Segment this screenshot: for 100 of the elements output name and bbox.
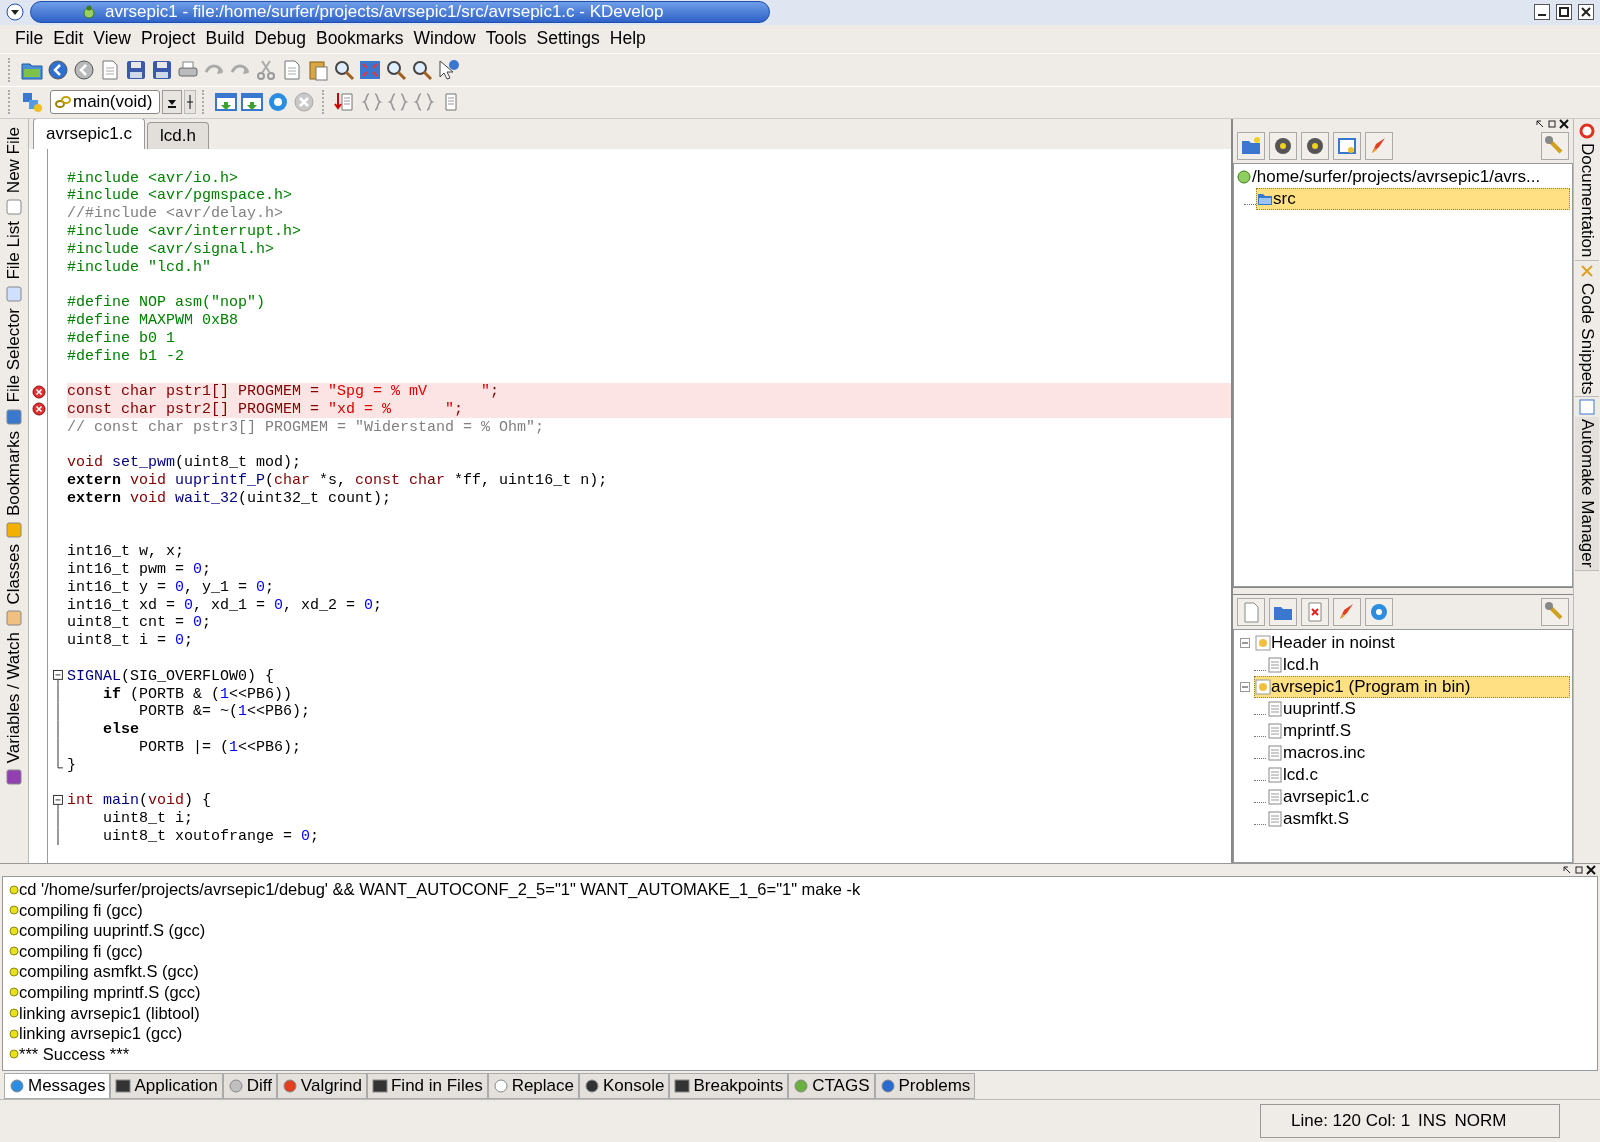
stop-icon[interactable]: [292, 90, 316, 115]
status-dot-icon: [9, 884, 19, 895]
rocket-icon[interactable]: [1333, 598, 1361, 627]
output-tab[interactable]: Konsole: [579, 1073, 670, 1099]
status-dot-icon: [9, 987, 19, 998]
fold-toggle-icon[interactable]: [51, 667, 64, 686]
side-tab[interactable]: Classes: [2, 539, 26, 609]
tree-item[interactable]: Header in noinst: [1254, 632, 1570, 655]
message-line: compiling fi (gcc): [19, 941, 143, 961]
output-tab[interactable]: Diff: [222, 1073, 277, 1099]
restore-icon[interactable]: [1547, 119, 1557, 130]
code-line: extern void wait_32(uint32_t count);: [67, 489, 392, 507]
folder-icon[interactable]: [1237, 132, 1265, 161]
close-icon[interactable]: [1559, 119, 1569, 130]
tab-icon: [674, 1078, 691, 1095]
side-tab[interactable]: Variables / Watch: [2, 628, 26, 768]
tree-item[interactable]: macros.inc: [1266, 742, 1570, 765]
fold-toggle-icon[interactable]: [51, 792, 64, 810]
tab-icon: [115, 1078, 132, 1095]
tree-item[interactable]: avrsepic1.c: [1266, 786, 1570, 809]
undock-icon[interactable]: [1535, 119, 1545, 130]
tree-item[interactable]: asmfkt.S: [1266, 808, 1570, 831]
status-dot-icon: [9, 905, 19, 916]
wrench-icon[interactable]: [1541, 598, 1569, 627]
menu-item[interactable]: File: [10, 26, 49, 52]
menu-item[interactable]: Tools: [480, 26, 532, 52]
code-line: extern void uuprintf_P(char *s, const char *ff, uint16_t n);: [67, 472, 608, 490]
menu-item[interactable]: Project: [136, 26, 201, 52]
code-line: #define b0 1: [67, 329, 176, 347]
message-line: *** Success ***: [19, 1044, 130, 1064]
message-line: compiling uuprintf.S (gcc): [19, 921, 206, 941]
status-dot-icon: [9, 1008, 19, 1019]
status-dot-icon: [9, 925, 19, 936]
tree-item[interactable]: lcd.c: [1266, 764, 1570, 787]
code-line: PORTB &= ~(1<<PB6);: [139, 703, 311, 721]
output-tab[interactable]: Breakpoints: [669, 1073, 789, 1099]
tab-icon: [6, 408, 22, 425]
folder-icon[interactable]: [1269, 598, 1297, 627]
menu-item[interactable]: Build: [200, 26, 250, 52]
tab-icon: [372, 1078, 388, 1095]
tree-item[interactable]: /home/surfer/projects/avrsepic1/avrs...: [1252, 167, 1541, 188]
code-line: #include "lcd.h": [67, 258, 212, 276]
tree-item[interactable]: lcd.h: [1266, 654, 1570, 677]
menu-icon[interactable]: [6, 3, 24, 22]
help-pointer-icon[interactable]: [436, 57, 460, 82]
editor-tab[interactable]: avrsepic1.c: [33, 119, 145, 150]
menu-item[interactable]: View: [88, 26, 136, 52]
tree-item[interactable]: src: [1256, 188, 1570, 211]
delete-icon[interactable]: [1301, 598, 1329, 627]
menu-item[interactable]: Help: [604, 26, 651, 52]
maximize-icon[interactable]: [1556, 4, 1572, 21]
output-tab[interactable]: Problems: [874, 1073, 976, 1099]
tree-item[interactable]: uuprintf.S: [1266, 698, 1570, 721]
collapse-icon[interactable]: [1240, 682, 1250, 693]
output-tab[interactable]: Find in Files: [367, 1073, 488, 1099]
code-line: uint8_t i = 0;: [67, 632, 194, 650]
window-icon[interactable]: [1333, 132, 1361, 161]
menu-item[interactable]: Bookmarks: [310, 26, 409, 52]
menu-item[interactable]: Debug: [249, 26, 311, 52]
collapse-icon[interactable]: [1240, 638, 1250, 649]
target-icon: [1255, 679, 1271, 696]
close-icon[interactable]: [1578, 4, 1594, 21]
side-tab[interactable]: Automake Manager: [1575, 417, 1599, 571]
document-icon[interactable]: [1237, 598, 1265, 627]
code-line: else: [102, 721, 139, 739]
split-handle-icon[interactable]: [184, 90, 196, 115]
code-line: #define MAXPWM 0xB8: [67, 311, 239, 329]
close-icon[interactable]: [1586, 865, 1596, 876]
editor-tab[interactable]: lcd.h: [147, 122, 209, 150]
side-tab[interactable]: Documentation: [1575, 141, 1599, 261]
output-tab[interactable]: Application: [110, 1073, 223, 1099]
tree-item[interactable]: avrsepic1 (Program in bin): [1254, 676, 1570, 699]
side-tab[interactable]: Code Snippets: [1575, 280, 1599, 398]
menu-item[interactable]: Edit: [48, 26, 89, 52]
minimize-icon[interactable]: [1534, 4, 1550, 21]
tree-item[interactable]: mprintf.S: [1266, 720, 1570, 743]
output-tab[interactable]: Replace: [487, 1073, 579, 1099]
side-tab[interactable]: Bookmarks: [2, 426, 26, 520]
output-tab[interactable]: CTAGS: [788, 1073, 875, 1099]
output-tab[interactable]: Valgrind: [276, 1073, 367, 1099]
output-tab[interactable]: Messages: [4, 1073, 111, 1099]
undock-icon[interactable]: [1562, 865, 1572, 876]
code-line: int16_t xd = 0, xd_1 = 0, xd_2 = 0;: [67, 596, 383, 614]
splitter[interactable]: [1233, 587, 1573, 596]
function-combo[interactable]: main(void): [50, 90, 160, 115]
code-line: PORTB |= (1<<PB6);: [138, 739, 302, 757]
code-line: #define NOP asm("nop"): [67, 294, 266, 312]
rocket-icon[interactable]: [1365, 132, 1393, 161]
file-icon: [1267, 767, 1283, 784]
menu-item[interactable]: Window: [408, 26, 481, 52]
menu-item[interactable]: Settings: [531, 26, 605, 52]
error-icon: [31, 384, 46, 399]
side-tab[interactable]: New File: [2, 123, 26, 198]
target-icon: [1255, 635, 1271, 652]
tab-icon: [227, 1078, 244, 1095]
code-line: SIGNAL(SIG_OVERFLOW0) {: [67, 667, 275, 685]
code-line: // const char pstr3[] PROGMEM = "Widerstand = % Ohm";: [67, 418, 545, 436]
side-tab[interactable]: File List: [2, 217, 26, 285]
restore-icon[interactable]: [1574, 865, 1584, 876]
side-tab[interactable]: File Selector: [2, 304, 26, 407]
